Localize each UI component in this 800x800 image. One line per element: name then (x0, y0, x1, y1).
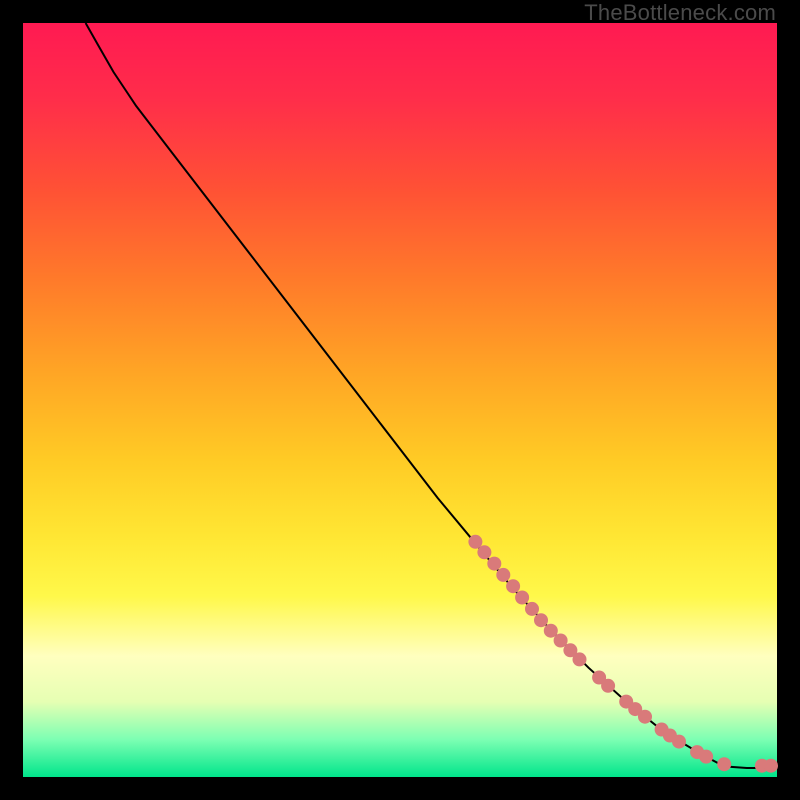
data-point (717, 757, 731, 771)
data-point-markers (468, 535, 778, 773)
data-point (672, 735, 686, 749)
data-point (601, 679, 615, 693)
data-point (487, 557, 501, 571)
data-point (573, 652, 587, 666)
data-point (534, 613, 548, 627)
data-point (496, 568, 510, 582)
data-point (638, 710, 652, 724)
chart-overlay (23, 23, 777, 777)
data-point (506, 579, 520, 593)
data-point (477, 545, 491, 559)
bottleneck-curve (86, 23, 771, 768)
data-point (699, 750, 713, 764)
data-point (525, 602, 539, 616)
chart-frame: TheBottleneck.com (0, 0, 800, 800)
data-point (764, 759, 778, 773)
curve-path (86, 23, 771, 768)
data-point (515, 591, 529, 605)
